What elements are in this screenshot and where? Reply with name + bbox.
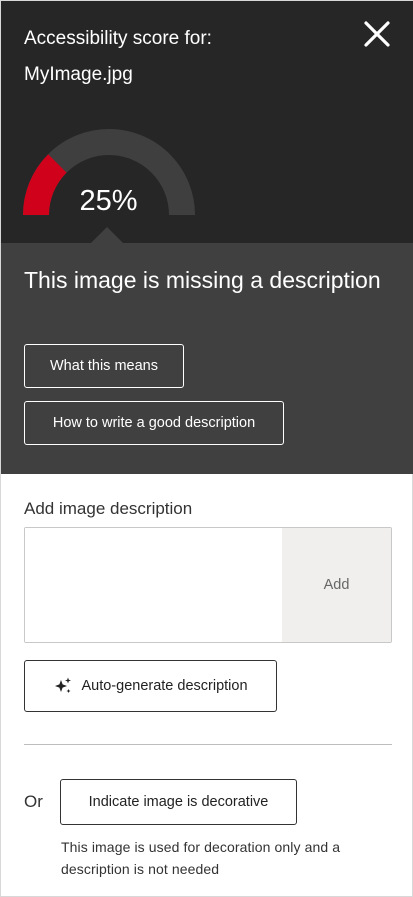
how-to-write-button[interactable]: How to write a good description bbox=[24, 401, 284, 445]
description-input[interactable] bbox=[25, 528, 281, 642]
description-box: Add bbox=[24, 527, 392, 643]
score-value: 25% bbox=[79, 185, 138, 217]
close-icon bbox=[364, 21, 390, 47]
callout-pointer bbox=[90, 227, 124, 244]
file-name: MyImage.jpg bbox=[24, 64, 133, 85]
sparkle-icon bbox=[55, 677, 72, 693]
auto-generate-button[interactable]: Auto-generate description bbox=[24, 660, 277, 712]
missing-title: This image is missing a description bbox=[24, 267, 381, 293]
close-button[interactable] bbox=[362, 19, 392, 49]
gauge-fill bbox=[23, 154, 67, 216]
accessibility-panel: Accessibility score for: MyImage.jpg 25%… bbox=[0, 0, 413, 897]
divider bbox=[24, 744, 392, 745]
indicate-decorative-button[interactable]: Indicate image is decorative bbox=[60, 779, 297, 825]
add-description-label: Add image description bbox=[24, 499, 193, 518]
decorative-note: This image is used for decoration only a… bbox=[61, 839, 341, 877]
what-this-means-button[interactable]: What this means bbox=[24, 344, 184, 388]
score-title: Accessibility score for: bbox=[24, 28, 212, 49]
missing-description-section: This image is missing a description What… bbox=[1, 243, 413, 474]
score-header: Accessibility score for: MyImage.jpg 25% bbox=[1, 1, 413, 243]
or-label: Or bbox=[24, 792, 43, 811]
auto-generate-label: Auto-generate description bbox=[81, 678, 248, 694]
add-button[interactable]: Add bbox=[282, 528, 391, 642]
